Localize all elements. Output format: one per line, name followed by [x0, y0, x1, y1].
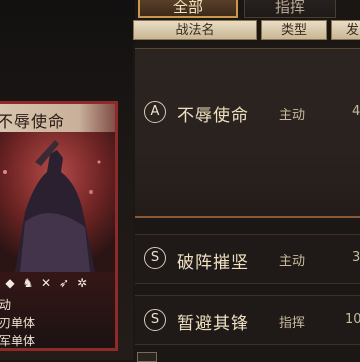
bottom-tab[interactable]	[137, 352, 157, 362]
grade-badge: A	[144, 101, 166, 123]
card-icon-row: ◆ ♞ ✕ ➶ ✲	[0, 276, 115, 292]
grade-badge: S	[144, 309, 166, 331]
tactic-type: 指挥	[279, 316, 306, 331]
crossed-swords-icon: ✕	[40, 276, 52, 290]
tactic-value: 3	[352, 250, 360, 265]
tab-command[interactable]: 指挥	[244, 0, 336, 18]
column-header-type[interactable]: 类型	[261, 20, 327, 40]
horse-icon: ♞	[22, 276, 34, 290]
card-effect-line: 军单体	[0, 334, 36, 348]
column-header-name[interactable]: 战法名	[133, 20, 257, 40]
tactic-row[interactable]	[135, 48, 360, 218]
arrow-icon: ➶	[58, 276, 70, 290]
tactic-name: 暂避其锋	[177, 314, 249, 334]
tactic-type: 主动	[279, 254, 306, 269]
card-title: 不辱使命	[0, 112, 66, 131]
tactic-value: 10	[345, 312, 360, 327]
card-effect-line: 刃单体	[0, 316, 36, 330]
wheel-icon: ✲	[76, 276, 88, 290]
tactic-type: 主动	[279, 108, 306, 123]
card-effect-line: 动	[0, 298, 12, 312]
tactic-name: 破阵摧坚	[177, 253, 249, 273]
tab-all[interactable]: 全部	[138, 0, 238, 18]
tactic-card: 不辱使命 ◆ ♞ ✕ ➶ ✲ 动 刃单体 军单体	[0, 101, 118, 351]
shield-icon: ◆	[5, 276, 15, 290]
tactic-value: 4	[352, 104, 360, 119]
column-header-extra[interactable]: 发	[331, 20, 360, 40]
tactic-name: 不辱使命	[177, 106, 249, 126]
grade-badge: S	[144, 247, 166, 269]
card-title-bar: 不辱使命	[0, 104, 115, 132]
general-portrait	[0, 132, 115, 272]
